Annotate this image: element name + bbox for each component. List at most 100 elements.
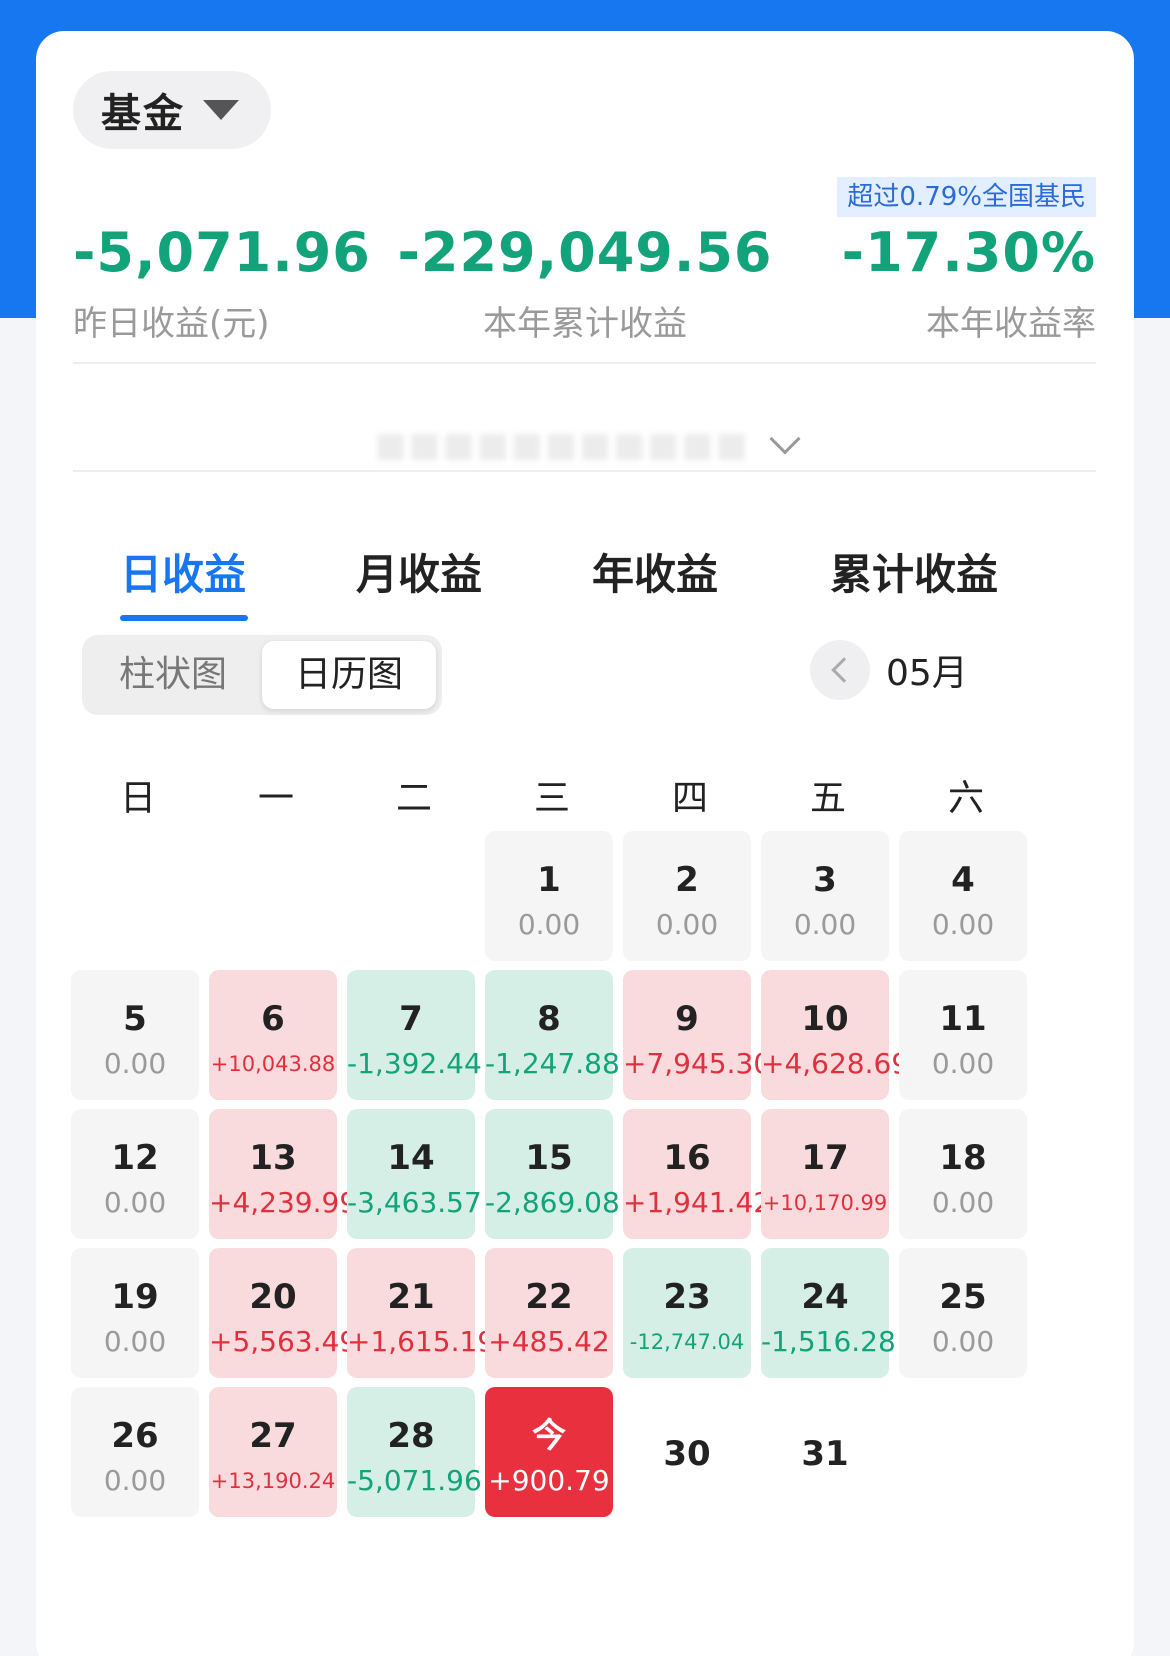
calendar-day[interactable]: 25 0.00	[899, 1248, 1027, 1378]
calendar-day[interactable]: 7 -1,392.44	[347, 970, 482, 1100]
day-earning: 0.00	[103, 1325, 167, 1358]
day-earning: 0.00	[517, 908, 581, 941]
day-earning: 0.00	[931, 1325, 995, 1358]
day-number: 7	[399, 999, 423, 1039]
calendar-day[interactable]: 31	[761, 1387, 889, 1517]
calendar-day[interactable]: 8 -1,247.88	[485, 970, 620, 1100]
calendar-day[interactable]: 2 0.00	[623, 831, 751, 961]
day-earning: +485.42	[488, 1325, 610, 1358]
calendar-day[interactable]: 26 0.00	[71, 1387, 199, 1517]
day-number: 17	[801, 1138, 849, 1178]
view-calendar[interactable]: 日历图	[262, 641, 436, 709]
day-number: 11	[939, 999, 987, 1039]
day-number: 今	[532, 1416, 566, 1456]
day-earning: +1,615.19	[347, 1325, 496, 1358]
fund-type-label: 基金	[101, 91, 185, 137]
day-earning: +7,945.30	[623, 1047, 772, 1080]
tab-yearly[interactable]: 年收益	[592, 541, 718, 602]
calendar-day[interactable]: 23 -12,747.04	[623, 1248, 751, 1378]
calendar-day[interactable]: 1 0.00	[485, 831, 613, 961]
rank-badge: 超过0.79%全国基民	[837, 177, 1096, 217]
calendar-day[interactable]: 24 -1,516.28	[761, 1248, 896, 1378]
calendar-day[interactable]: 12 0.00	[71, 1109, 199, 1239]
calendar-day[interactable]: 18 0.00	[899, 1109, 1027, 1239]
calendar-day[interactable]: 21 +1,615.19	[347, 1248, 496, 1378]
day-earning: +4,239.99	[209, 1186, 358, 1219]
day-earning: 0.00	[931, 908, 995, 941]
divider	[73, 470, 1096, 472]
calendar-day[interactable]: 6 +10,043.88	[209, 970, 337, 1100]
calendar-day[interactable]: 14 -3,463.57	[347, 1109, 482, 1239]
day-number: 10	[801, 999, 849, 1039]
tab-active-indicator	[120, 615, 248, 621]
divider	[73, 362, 1096, 364]
weekday-label: 六	[947, 778, 984, 819]
day-number: 25	[939, 1277, 987, 1317]
day-number: 26	[111, 1416, 159, 1456]
chevron-down-icon	[769, 423, 801, 455]
day-number: 19	[111, 1277, 159, 1317]
day-earning: -1,392.44	[347, 1047, 482, 1080]
calendar-day[interactable]: 16 +1,941.42	[623, 1109, 771, 1239]
calendar-day[interactable]: 28 -5,071.96	[347, 1387, 482, 1517]
day-earning: +900.79	[488, 1464, 610, 1497]
calendar-day[interactable]: 22 +485.42	[485, 1248, 613, 1378]
calendar-day[interactable]: 9 +7,945.30	[623, 970, 772, 1100]
weekday-label: 三	[533, 778, 570, 819]
day-number: 22	[525, 1277, 573, 1317]
day-number: 24	[801, 1277, 849, 1317]
calendar-day[interactable]: 20 +5,563.49	[209, 1248, 357, 1378]
day-earning: -1,516.28	[761, 1325, 896, 1358]
day-earning: +10,170.99	[762, 1191, 888, 1215]
tab-monthly[interactable]: 月收益	[356, 541, 482, 602]
calendar-day[interactable]: 17 +10,170.99	[761, 1109, 889, 1239]
calendar-day[interactable]: 13 +4,239.99	[209, 1109, 358, 1239]
triangle-down-icon	[203, 100, 239, 120]
day-earning: 0.00	[793, 908, 857, 941]
day-earning: 0.00	[931, 1047, 995, 1080]
day-number: 27	[249, 1416, 297, 1456]
day-earning: 0.00	[655, 908, 719, 941]
day-earning: 0.00	[103, 1047, 167, 1080]
weekday-label: 五	[809, 778, 846, 819]
prev-month-button[interactable]	[810, 640, 870, 700]
day-earning: +13,190.24	[210, 1469, 336, 1493]
view-bar-chart[interactable]: 柱状图	[90, 641, 256, 709]
day-number: 5	[123, 999, 147, 1039]
calendar-day[interactable]: 5 0.00	[71, 970, 199, 1100]
calendar-day-today[interactable]: 今 +900.79	[485, 1387, 613, 1517]
weekday-label: 二	[395, 778, 432, 819]
day-earning: 0.00	[103, 1186, 167, 1219]
calendar-day[interactable]: 10 +4,628.69	[761, 970, 910, 1100]
stat-value: -17.30%	[841, 221, 1096, 284]
day-number: 15	[525, 1138, 573, 1178]
day-earning: +4,628.69	[761, 1047, 910, 1080]
tab-cumulative[interactable]: 累计收益	[830, 541, 998, 602]
calendar-day[interactable]: 11 0.00	[899, 970, 1027, 1100]
day-earning: 0.00	[103, 1464, 167, 1497]
day-earning: 0.00	[931, 1186, 995, 1219]
calendar-day[interactable]: 3 0.00	[761, 831, 889, 961]
day-number: 20	[249, 1277, 297, 1317]
expand-row[interactable]: ■■■■■■■■■■■	[36, 415, 1134, 475]
day-number: 23	[663, 1277, 711, 1317]
fund-type-dropdown[interactable]: 基金	[73, 71, 271, 149]
day-number: 6	[261, 999, 285, 1039]
calendar-day[interactable]: 30	[623, 1387, 751, 1517]
earnings-card: 基金 超过0.79%全国基民 -5,071.96 昨日收益(元) -229,04…	[36, 31, 1134, 1656]
weekday-label: 日	[119, 778, 156, 819]
day-number: 31	[801, 1434, 849, 1474]
day-number: 2	[675, 860, 699, 900]
day-number: 1	[537, 860, 561, 900]
blurred-text: ■■■■■■■■■■■	[374, 425, 750, 465]
day-number: 21	[387, 1277, 435, 1317]
tab-daily[interactable]: 日收益	[120, 541, 246, 602]
calendar-day[interactable]: 15 -2,869.08	[485, 1109, 620, 1239]
calendar-day[interactable]: 19 0.00	[71, 1248, 199, 1378]
calendar-day[interactable]: 4 0.00	[899, 831, 1027, 961]
stat-label: 本年收益率	[926, 304, 1096, 344]
day-number: 12	[111, 1138, 159, 1178]
day-earning: -5,071.96	[347, 1464, 482, 1497]
day-number: 3	[813, 860, 837, 900]
calendar-day[interactable]: 27 +13,190.24	[209, 1387, 337, 1517]
